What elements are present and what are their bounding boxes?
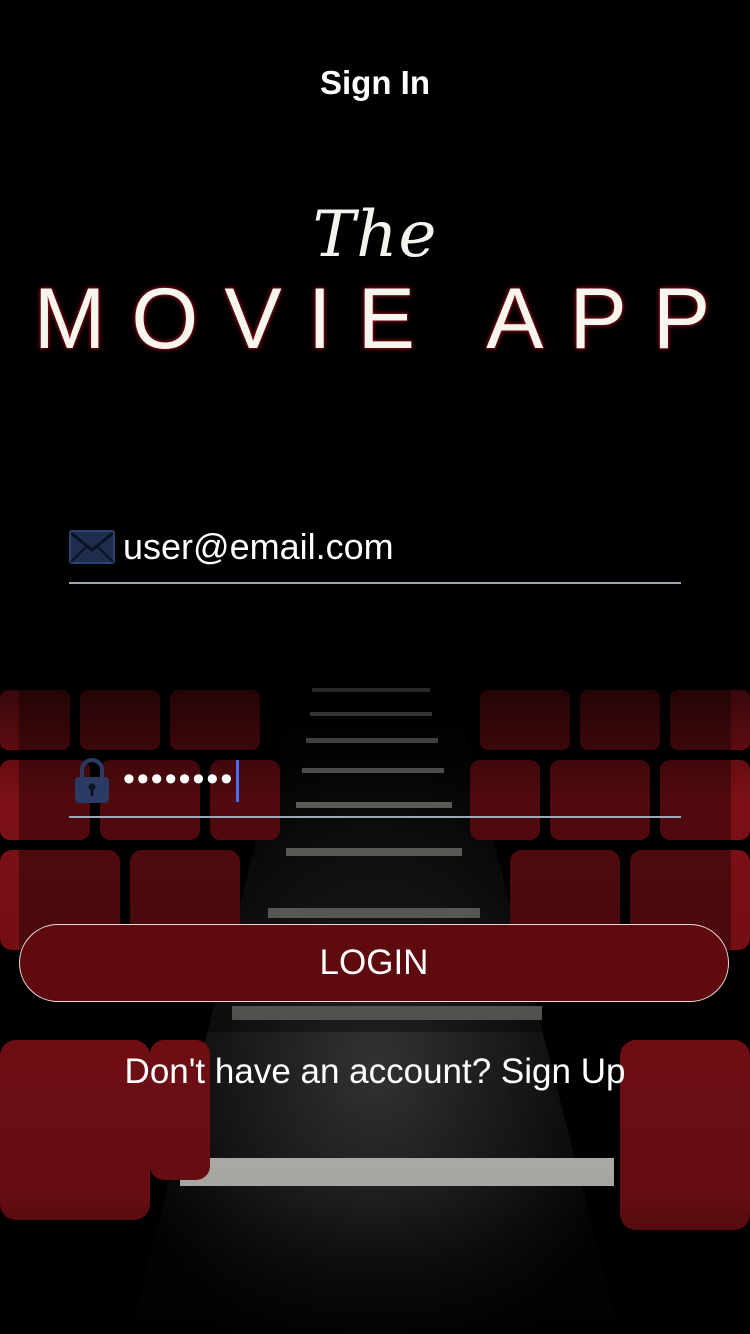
password-field[interactable]: •••••••• — [69, 746, 681, 818]
sign-up-link[interactable]: Don't have an account? Sign Up — [0, 1052, 750, 1092]
app-logo: The MOVIE APP — [0, 190, 750, 380]
logo-the-text: The — [312, 198, 438, 272]
page-title: Sign In — [320, 64, 430, 101]
email-field[interactable]: user@email.com — [69, 512, 681, 584]
login-button[interactable]: LOGIN — [19, 924, 729, 1002]
lock-icon — [69, 758, 115, 804]
logo-main-text: MOVIE APP — [33, 271, 737, 367]
email-input[interactable]: user@email.com — [123, 526, 394, 568]
password-input[interactable]: •••••••• — [123, 760, 240, 802]
envelope-icon — [69, 524, 115, 570]
text-caret — [236, 760, 240, 802]
